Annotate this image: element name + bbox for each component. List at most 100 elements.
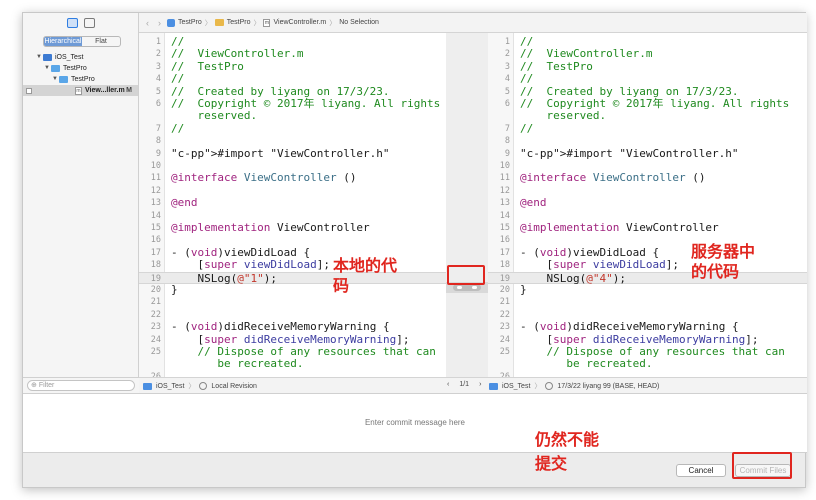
diff-toggle-control[interactable] (453, 284, 481, 291)
line-number: 8 (155, 136, 161, 147)
disclosure-triangle-icon[interactable]: ▼ (51, 74, 59, 85)
code-line[interactable]: reserved. (488, 110, 807, 122)
tree-item-project[interactable]: ▼ iOS_Test (23, 52, 138, 63)
code-line[interactable]: 15 @implementation ViewController (488, 221, 807, 234)
code-text: be recreated. (520, 357, 653, 371)
code-line[interactable]: 20} (488, 283, 807, 296)
segment-flat[interactable]: Flat (82, 37, 120, 46)
disclosure-triangle-icon[interactable]: ▼ (35, 52, 43, 63)
line-number: 3 (504, 61, 510, 72)
back-arrow-icon[interactable]: ‹ (143, 18, 152, 28)
code-line[interactable]: 9 "c-pp">#import "ViewController.h" (488, 146, 807, 160)
line-number: 22 (499, 309, 510, 320)
line-number: 24 (499, 334, 510, 345)
code-text: // (171, 121, 185, 135)
filter-placeholder: Filter (38, 382, 55, 389)
code-line[interactable]: 16 (139, 234, 446, 246)
separator-icon: 〉 (534, 383, 542, 390)
tree-item-folder[interactable]: ▼ TestPro (23, 63, 138, 74)
breadcrumb-selection[interactable]: No Selection (339, 19, 379, 26)
breadcrumb-folder[interactable]: TestPro (227, 19, 251, 26)
tree-item-folder[interactable]: ▼ TestPro (23, 74, 138, 85)
code-line[interactable]: 7 // (488, 121, 807, 135)
breadcrumb-file[interactable]: ViewController.m (273, 19, 326, 26)
line-number: 15 (499, 223, 510, 233)
code-line[interactable]: reserved. (139, 110, 446, 122)
file-sidebar: Hierarchical Flat ▼ iOS_Test ▼ TestPro ▼… (23, 13, 139, 393)
code-line[interactable]: 3// TestPro (139, 60, 446, 73)
line-number: 21 (150, 297, 161, 308)
code-line[interactable]: 3// TestPro (488, 60, 807, 73)
line-number: 23 (499, 322, 510, 333)
annotation-box-commit-button (732, 452, 792, 479)
code-line[interactable]: 7 // (139, 121, 446, 135)
modified-badge: M (126, 87, 132, 94)
code-line[interactable]: 16 (488, 234, 807, 246)
line-number: 8 (504, 136, 510, 147)
annotation-server-code: 服务器中 的代码 (691, 242, 756, 281)
hierarchy-view-icon[interactable] (66, 18, 78, 28)
line-number: 2 (504, 49, 510, 60)
annotation-box-diff-control (447, 265, 485, 285)
line-number: 17 (499, 247, 510, 258)
breadcrumb-project[interactable]: TestPro (178, 19, 202, 26)
code-line[interactable]: 13 @end (139, 196, 446, 210)
code-line[interactable]: 19 NSLog(@"4"); (488, 271, 807, 285)
include-checkbox[interactable] (26, 87, 32, 94)
diff-connector (446, 33, 488, 377)
code-line[interactable]: 11 @interface ViewController () (139, 171, 446, 184)
code-line[interactable]: 18 [super viewDidLoad]; (139, 258, 446, 272)
clock-icon (545, 382, 554, 390)
annotation-still-fail: 仍然不能 提交 (535, 430, 600, 473)
code-line[interactable]: 13 @end (488, 196, 807, 209)
code-text: be recreated. (171, 357, 304, 371)
line-number: 12 (499, 185, 510, 196)
code-text: @end (171, 196, 198, 210)
line-number: 16 (499, 235, 510, 246)
code-text: [super viewDidLoad]; (171, 258, 330, 272)
filter-input[interactable]: ⊕ Filter (27, 380, 135, 391)
breadcrumb-separator-icon: 〉 (253, 19, 261, 27)
code-line[interactable]: be recreated. (139, 358, 446, 370)
code-line[interactable]: 11 @interface ViewController () (488, 171, 807, 184)
segment-hierarchical[interactable]: Hierarchical (44, 37, 82, 46)
forward-arrow-icon[interactable]: › (155, 18, 164, 28)
code-line[interactable]: 9 "c-pp">#import "ViewController.h" (139, 147, 446, 160)
code-text: // (520, 121, 534, 135)
prev-change-icon[interactable]: ‹ (447, 381, 449, 388)
server-code-pane[interactable]: 1//2// ViewController.m 3// TestPro 4//5//… (488, 33, 807, 377)
breadcrumb-separator-icon: 〉 (329, 19, 337, 27)
code-line[interactable]: 21 (139, 296, 446, 308)
code-line[interactable]: 21 (488, 296, 807, 308)
disclosure-triangle-icon[interactable]: ▼ (43, 63, 51, 74)
tree-item-file[interactable]: m View...ller.m M (23, 85, 138, 96)
project-icon (43, 54, 52, 61)
code-line[interactable]: 15 @implementation ViewController (139, 221, 446, 234)
line-number: 18 (499, 260, 510, 271)
code-line[interactable]: be recreated. (488, 358, 807, 370)
line-number: 2 (155, 49, 161, 60)
right-revision-label[interactable]: 17/3/22 liyang 99 (BASE, HEAD) (557, 383, 659, 390)
line-number: 10 (499, 161, 510, 171)
project-icon (489, 382, 498, 390)
code-line[interactable]: 18 [super viewDidLoad]; (488, 258, 807, 271)
line-number: 5 (155, 86, 161, 97)
tree-item-label: View...ller.m (85, 87, 125, 94)
line-number: 11 (499, 173, 510, 184)
view-mode-segmented[interactable]: Hierarchical Flat (43, 36, 121, 47)
code-line[interactable]: 20} (139, 283, 446, 296)
left-revision-label[interactable]: Local Revision (211, 383, 257, 390)
next-change-icon[interactable]: › (479, 381, 481, 388)
local-code-pane[interactable]: 1//2// ViewController.m 3// TestPro 4//5//… (139, 33, 446, 377)
commit-window: Hierarchical Flat ▼ iOS_Test ▼ TestPro ▼… (22, 12, 807, 488)
jump-bar: ‹ › TestPro 〉 TestPro 〉 m ViewController… (139, 13, 807, 33)
code-line[interactable]: 19 NSLog(@"1"); (139, 271, 446, 285)
right-project-label: iOS_Test (502, 382, 531, 390)
commit-message-area[interactable]: Enter commit message here (23, 393, 807, 453)
cancel-button[interactable]: Cancel (676, 464, 726, 477)
clock-icon (199, 382, 208, 390)
line-number: 9 (155, 148, 161, 159)
folder-view-icon[interactable] (83, 18, 95, 28)
tree-item-label: TestPro (71, 76, 95, 83)
code-text: "c-pp">#import "ViewController.h" (520, 146, 739, 160)
